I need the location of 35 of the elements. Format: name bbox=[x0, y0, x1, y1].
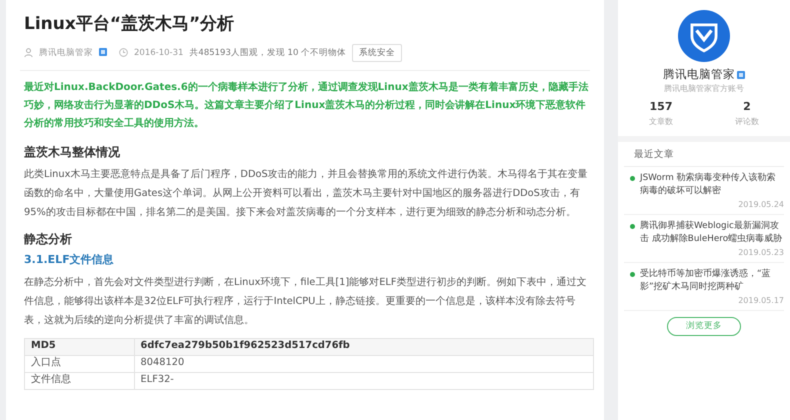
bullet-icon bbox=[630, 224, 635, 229]
article-title: Linux平台“盖茨木马”分析 bbox=[24, 13, 236, 36]
account-name: 腾讯电脑管家 bbox=[663, 66, 735, 83]
summary-text: 最近对Linux.BackDoor.Gates.6的一个病毒样本进行了分析，通过调查发现Linux盖茨木马是一类有着丰富历史，隐藏手法巧妙，网络攻击行为显著的DDoS木马。这篇文章主要介绍了Linux盖茨木马的分析过程，同时会讲解在Linux环境下恶意软件分析的常用技巧和安全工具的使用方法。 bbox=[24, 80, 590, 132]
table-cell: 6dfc7ea279b50b1f962523d517cd76fb bbox=[134, 338, 594, 356]
stat-value: 2 bbox=[742, 99, 752, 116]
section-heading: 盖茨木马整体情况 bbox=[24, 144, 121, 162]
section-heading: 静态分析 bbox=[24, 231, 73, 248]
article-link[interactable]: 受比特币等加密币爆涨诱惑，“蓝影”挖矿木马同时挖两种矿 bbox=[640, 268, 784, 294]
bullet-icon bbox=[630, 176, 635, 181]
account-description: 腾讯电脑管家官方账号 bbox=[664, 83, 744, 96]
table-cell: ELF32- bbox=[134, 372, 594, 390]
article-link[interactable]: 腾讯御界捕获Weblogic最新漏洞攻击 成功解除BuleHero蠕虫病毒威胁 bbox=[640, 220, 784, 246]
stat-label: 文章数 bbox=[649, 116, 673, 128]
paragraph-text: 在静态分析中，首先会对文件类型进行判断，在Linux环境下，file工具[1]能够对ELF类型进行初步的判断。例如下表中，通过文件信息，能够得出该样本是32位ELF可执行程序，运行于IntelCPU上，静态链接。更重要的一个信息是，该样本没有除去符号表，这就为后续的逆向分析提供了丰富的调试信息。 bbox=[24, 276, 588, 328]
subsection-heading: 3.1.ELF文件信息 bbox=[24, 252, 115, 268]
bullet-icon bbox=[630, 272, 635, 277]
person-icon bbox=[24, 46, 33, 60]
table-cell: 入口点 bbox=[24, 355, 134, 372]
article-date: 2019.05.24 bbox=[737, 199, 784, 211]
stat-value: 157 bbox=[649, 99, 673, 116]
clock-icon bbox=[119, 46, 128, 60]
article-link[interactable]: JSWorm 勒索病毒变种传入该勒索病毒的破坏可以解密 bbox=[640, 172, 784, 198]
paragraph-text: 此类Linux木马主要恶意特点是具备了后门程序，DDoS攻击的能力，并且会替换常用的系统文件进行伪装。木马得名于其在变量函数的命名中，大量使用Gates这个单词。从网上公开资料可以看出，盖茨木马主要针对中国地区的服务器进行DDoS攻击，有95%的攻击目标都在中国，排名第二的是美国。接下来会对盖茨病毒的一个分支样本，进行更为细致的静态分析和动态分析。 bbox=[24, 168, 589, 220]
view-count: 共485193人围观，发现 10 个不明物体 bbox=[189, 46, 346, 60]
stat-label: 评论数 bbox=[735, 116, 759, 128]
article-date: 2019.05.23 bbox=[737, 247, 784, 259]
table-cell: 文件信息 bbox=[24, 372, 134, 390]
category-tag[interactable]: 系统安全 bbox=[352, 44, 402, 62]
table-cell: MD5 bbox=[24, 338, 134, 356]
post-date: 2016-10-31 bbox=[134, 46, 184, 60]
recent-articles-heading: 最近文章 bbox=[624, 142, 784, 167]
shield-logo-icon bbox=[678, 10, 730, 62]
article-date: 2019.05.17 bbox=[737, 295, 784, 307]
table-cell: 8048120 bbox=[134, 355, 594, 372]
